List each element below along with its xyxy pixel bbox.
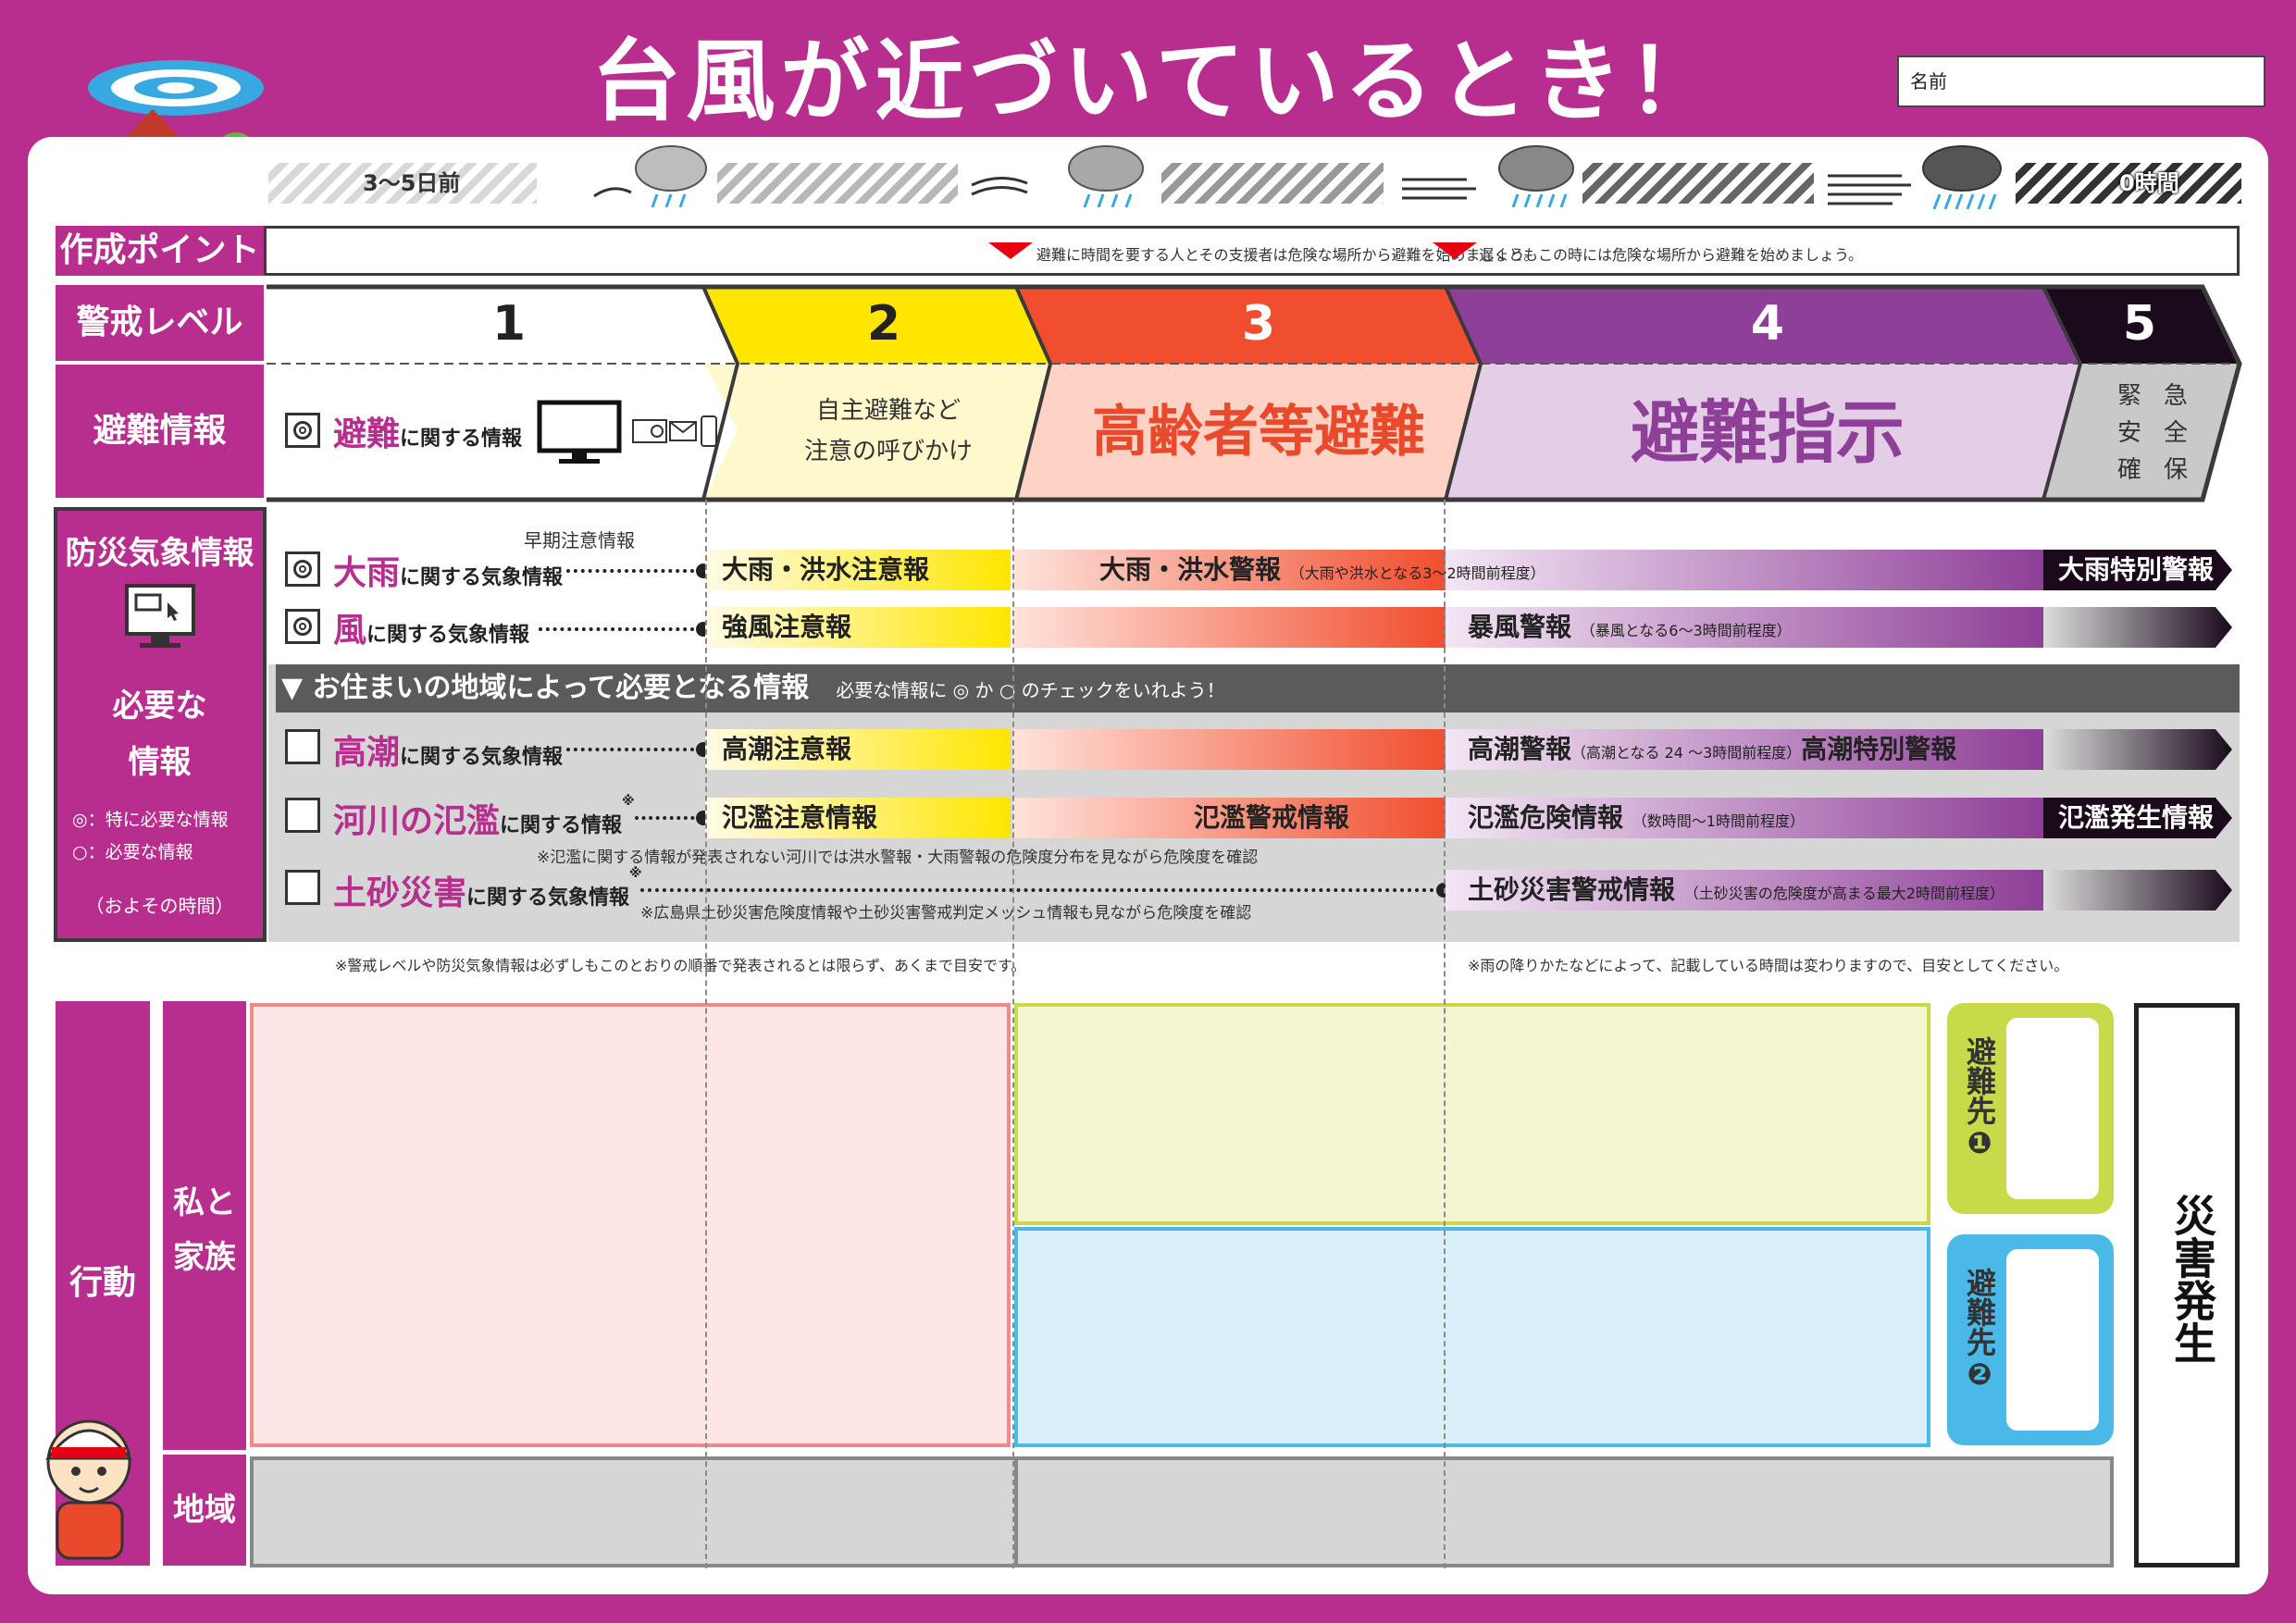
shelter1-label: 避難先❶: [1962, 1036, 1997, 1160]
level-2: 2: [866, 296, 901, 352]
wind-row-label: 風に関する気象情報: [333, 612, 530, 650]
river-row-label: 河川の氾濫に関する情報※: [333, 794, 635, 840]
landslide-note: ※広島県土砂災害危険度情報や土砂災害警戒判定メッシュ情報も見ながら危険度を確認: [640, 904, 1252, 923]
level-1: 1: [491, 296, 527, 352]
disaster-label: 災害発生: [2167, 1194, 2217, 1364]
landslide-level5-arrow: [2043, 870, 2232, 911]
tide-row-label: 高潮に関する気象情報: [333, 734, 564, 772]
family-label: 私と 家族: [163, 1001, 246, 1450]
shelter2-label: 避難先❷: [1962, 1268, 1997, 1392]
wind-special-mark-icon: [285, 609, 320, 644]
rain-dotted-line: [566, 569, 701, 573]
footnote-right: ※雨の降りかたなどによって、記載している時間は変わりますので、目安としてください…: [1468, 957, 2069, 974]
river-alert: 氾濫警戒情報: [1194, 802, 1350, 833]
landslide-row-label: 土砂災害に関する気象情報※: [333, 866, 642, 912]
area-info-title: ▼ お住まいの地域によって必要となる情報: [281, 672, 810, 704]
mascot-illustration: [31, 1406, 152, 1567]
area-action-box-right[interactable]: [1014, 1456, 2114, 1567]
evac-source-label: 避難に関する情報: [333, 415, 523, 453]
river-note: ※氾濫に関する情報が発表されない河川では洪水警報・大雨警報の危険度分布を見ながら…: [537, 849, 1259, 867]
wind-caution: 強風注意報: [722, 612, 852, 642]
tide-caution: 高潮注意報: [722, 734, 852, 764]
tide-warning: 高潮警報（高潮となる 24 〜3時間前程度）高潮特別警報: [1468, 734, 1957, 764]
wind-warning-band: [1012, 607, 1446, 648]
river-dotted-line: [635, 816, 701, 820]
shelter1-input[interactable]: [2006, 1018, 2099, 1199]
rain-special-mark-icon: [285, 551, 320, 587]
landslide-dotted-line: [640, 888, 1442, 892]
guide-line-2: [1012, 500, 1014, 1568]
wind-warning: 暴風警報 （暴風となる6〜3時間前程度）: [1468, 612, 1792, 642]
tv-icon: [537, 400, 622, 470]
tide-warning-band: [1012, 729, 1446, 770]
river-caution: 氾濫注意情報: [722, 802, 878, 833]
family-action-pink-box[interactable]: [250, 1003, 1011, 1447]
level2-text: 自主避難など 注意の呼びかけ: [803, 397, 973, 465]
level4-text: 避難指示: [1631, 393, 1905, 473]
shelter2-input[interactable]: [2006, 1249, 2099, 1431]
area-label: 地域: [163, 1455, 246, 1566]
level5-text: 緊急 安全 確保: [2116, 382, 2188, 484]
family-action-green-box[interactable]: [1014, 1003, 1930, 1225]
river-occur: 氾濫発生情報: [2058, 802, 2215, 833]
level-5: 5: [2122, 296, 2157, 352]
guide-line-1: [705, 500, 707, 1568]
guide-line-3: [1444, 500, 1446, 1568]
level3-text: 高齢者等避難: [1092, 400, 1425, 465]
tide-dotted-line: [566, 748, 701, 751]
landslide-checkbox[interactable]: [285, 870, 320, 905]
footnote-left: ※警戒レベルや防災気象情報は必ずしもこのとおりの順番で発表されるとは限らず、あく…: [335, 957, 1026, 974]
tide-checkbox[interactable]: [285, 729, 320, 764]
rain-special-warning: 大雨特別警報: [2058, 554, 2215, 585]
rain-caution: 大雨・洪水注意報: [722, 554, 930, 585]
landslide-warning: 土砂災害警戒情報 （土砂災害の危険度が高まる最大2時間前程度）: [1468, 874, 2004, 905]
important-mark-icon: [285, 413, 320, 448]
level-3: 3: [1241, 296, 1276, 352]
rain-row-label: 大雨に関する気象情報: [333, 554, 564, 592]
level-4: 4: [1750, 296, 1785, 352]
weather-frame: [54, 507, 267, 942]
river-danger: 氾濫危険情報 （数時間〜1時間前程度）: [1468, 802, 1805, 833]
rain-warning: 大雨・洪水警報 （大雨や洪水となる3〜2時間前程度）: [1099, 554, 1545, 585]
radio-mail-phone-icon: [631, 413, 720, 453]
tide-level5-arrow: [2043, 729, 2232, 770]
river-checkbox[interactable]: [285, 798, 320, 833]
wind-level5-arrow: [2043, 607, 2232, 648]
area-info-bar: ▼ お住まいの地域によって必要となる情報 必要な情報に ◎ か ○ のチェックを…: [276, 664, 2240, 712]
wind-dotted-line: [539, 627, 701, 631]
family-action-blue-box[interactable]: [1014, 1227, 1930, 1447]
